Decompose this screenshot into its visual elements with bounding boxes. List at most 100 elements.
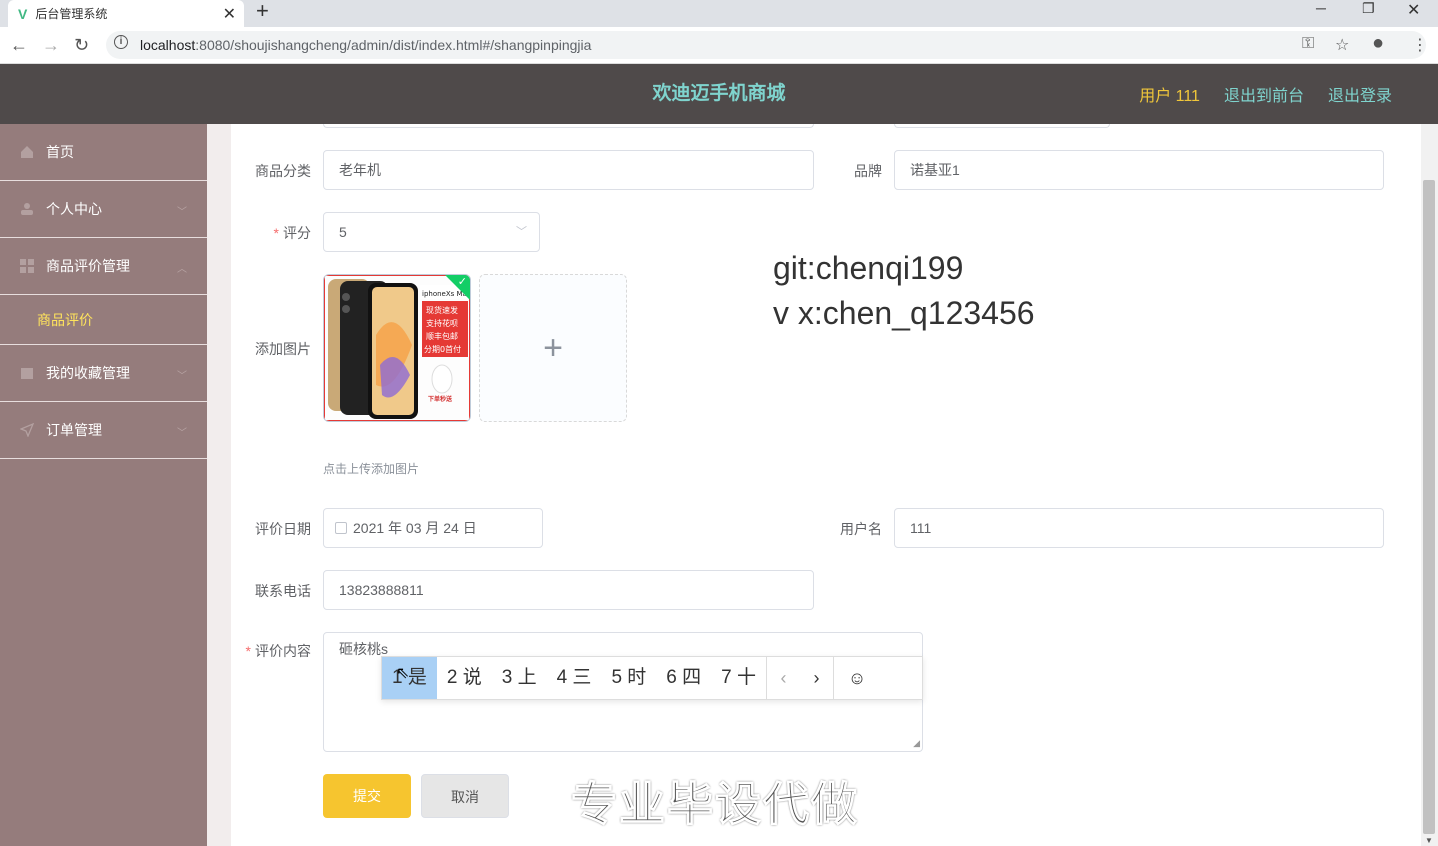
- sidebar-subitem-product-review[interactable]: 商品评价: [0, 295, 207, 345]
- ime-candidate[interactable]: 5 时: [601, 657, 656, 699]
- sidebar-item-label: 商品评价管理: [46, 258, 130, 274]
- sidebar-item-home[interactable]: 首页: [0, 124, 207, 181]
- field-above-left: [323, 124, 814, 128]
- ime-candidate[interactable]: 3 上: [492, 657, 547, 699]
- ime-prev-icon[interactable]: ‹: [767, 657, 800, 699]
- folder-icon: [21, 368, 33, 379]
- uploaded-image[interactable]: iphoneXs Max 现货速发 支持花呗 顺丰包邮 分期0首付 下单秒送 ✓: [323, 274, 471, 422]
- watermark-contact: git:chenqi199 v x:chen_q123456: [773, 246, 1035, 336]
- restore-icon[interactable]: ❐: [1362, 0, 1375, 17]
- sidebar-item-personal-center[interactable]: 个人中心 ﹀: [0, 181, 207, 238]
- forward-arrow-icon[interactable]: →: [42, 35, 60, 56]
- send-icon: [20, 423, 34, 437]
- app-header: 欢迪迈手机商城 用户 111 退出到前台 退出登录: [0, 64, 1438, 124]
- sidebar-item-label: 首页: [46, 144, 74, 160]
- scrollbar-thumb[interactable]: [1423, 180, 1435, 834]
- minimize-icon[interactable]: ─: [1316, 0, 1326, 16]
- promo-line-2: 支持花呗: [426, 318, 458, 328]
- back-arrow-icon[interactable]: ←: [10, 35, 28, 56]
- score-label: * 评分: [231, 223, 311, 243]
- promo-footer: 下单秒送: [428, 395, 453, 403]
- current-user: 用户 111: [1139, 88, 1200, 105]
- bookmark-star-icon[interactable]: ☆: [1335, 35, 1349, 55]
- sidebar-item-favorites[interactable]: 我的收藏管理 ﹀: [0, 345, 207, 402]
- submit-button[interactable]: 提交: [323, 774, 411, 818]
- ime-candidate[interactable]: 6 四: [656, 657, 711, 699]
- sidebar-item-review-management[interactable]: 商品评价管理 ︿: [0, 238, 207, 295]
- logout-link[interactable]: 退出登录: [1328, 82, 1392, 106]
- user-icon: [21, 203, 33, 215]
- ime-candidate[interactable]: 2 说: [437, 657, 492, 699]
- window-close-icon[interactable]: ✕: [1407, 0, 1420, 20]
- sidebar-item-label: 个人中心: [46, 201, 102, 217]
- menu-kebab-icon[interactable]: ⋮: [1412, 35, 1428, 55]
- content-label: * 评价内容: [231, 641, 311, 661]
- watermark-line-1: git:chenqi199: [773, 250, 964, 286]
- promo-line-1: 现货速发: [426, 305, 458, 315]
- address-bar: ← → ↻ localhost:8080/shoujishangcheng/ad…: [0, 27, 1438, 64]
- home-icon: [21, 146, 33, 158]
- key-icon[interactable]: ⚿: [1302, 35, 1314, 53]
- ime-candidate[interactable]: 7 十: [711, 657, 766, 699]
- profile-avatar-icon[interactable]: ●: [1372, 32, 1384, 55]
- url-field[interactable]: localhost:8080/shoujishangcheng/admin/di…: [106, 31, 1426, 59]
- site-info-icon[interactable]: i: [114, 35, 128, 49]
- content-label-text: 评价内容: [255, 643, 311, 659]
- watermark-banner: 专业毕设代做: [571, 778, 859, 831]
- required-mark: *: [273, 225, 279, 241]
- sidebar-item-orders[interactable]: 订单管理 ﹀: [0, 402, 207, 459]
- resize-handle-icon[interactable]: ◢: [913, 738, 920, 749]
- ime-candidate[interactable]: 4 三: [547, 657, 602, 699]
- brand-label: 品牌: [854, 163, 882, 179]
- chevron-down-icon: ﹀: [177, 428, 187, 439]
- product-photo: iphoneXs Max 现货速发 支持花呗 顺丰包邮 分期0首付 下单秒送: [324, 275, 470, 421]
- phone-input[interactable]: 13823888811: [323, 570, 814, 610]
- grid-icon: [20, 259, 34, 273]
- field-above-right: [894, 124, 1110, 128]
- promo-line-4: 分期0首付: [424, 344, 461, 354]
- score-select[interactable]: 5 ﹀: [323, 212, 540, 252]
- ime-candidate[interactable]: 1 是: [382, 657, 437, 699]
- image-label: 添加图片: [255, 341, 311, 357]
- upload-tip: 点击上传添加图片: [323, 462, 420, 476]
- sidebar-item-label: 订单管理: [46, 422, 102, 438]
- tab-close-icon[interactable]: ✕: [223, 4, 236, 24]
- date-value: 2021 年 03 月 24 日: [353, 520, 477, 536]
- ime-next-icon[interactable]: ›: [800, 657, 833, 699]
- cancel-button[interactable]: 取消: [421, 774, 509, 818]
- required-mark: *: [245, 643, 251, 659]
- promo-line-3: 顺丰包邮: [426, 331, 458, 341]
- content-value: 砸核桃s: [339, 641, 388, 657]
- category-label: 商品分类: [255, 163, 311, 179]
- date-picker[interactable]: 2021 年 03 月 24 日: [323, 508, 543, 548]
- emoji-icon[interactable]: ☺: [834, 657, 880, 699]
- category-input[interactable]: 老年机: [323, 150, 814, 190]
- watermark-line-2: v x:chen_q123456: [773, 295, 1035, 331]
- username-label: 用户名: [840, 521, 882, 537]
- score-label-text: 评分: [283, 225, 311, 241]
- browser-tab[interactable]: V 后台管理系统 ✕: [8, 0, 244, 27]
- plus-icon: +: [543, 329, 563, 367]
- chevron-down-icon: ﹀: [516, 226, 527, 238]
- date-label: 评价日期: [255, 521, 311, 537]
- new-tab-icon[interactable]: +: [256, 0, 269, 22]
- chevron-down-icon: ﹀: [177, 371, 187, 382]
- scroll-down-icon[interactable]: ▼: [1425, 836, 1433, 845]
- chevron-down-icon: ﹀: [177, 207, 187, 218]
- score-select-value: 5: [339, 224, 347, 240]
- mouse-cursor-icon: ⇖: [396, 665, 410, 682]
- reload-icon[interactable]: ↻: [74, 35, 89, 56]
- calendar-icon: [335, 522, 347, 534]
- ime-candidate-bar: 1 是 2 说 3 上 4 三 5 时 6 四 7 十 ‹ › ☺: [381, 656, 923, 700]
- username-input[interactable]: 111: [894, 508, 1384, 548]
- browser-tab-strip: V 后台管理系统 ✕ + ─ ❐ ✕: [0, 0, 1438, 27]
- back-to-front-link[interactable]: 退出到前台: [1224, 82, 1304, 106]
- brand-input[interactable]: 诺基亚1: [894, 150, 1384, 190]
- chevron-up-icon: ︿: [177, 264, 187, 275]
- upload-add-button[interactable]: +: [479, 274, 627, 422]
- sidebar: 首页 个人中心 ﹀ 商品评价管理 ︿ 商品评价 我的收藏管理 ﹀ 订单管理 ﹀: [0, 124, 207, 846]
- url-host: localhost: [140, 37, 196, 53]
- sidebar-item-label: 我的收藏管理: [46, 365, 130, 381]
- tab-title: 后台管理系统: [35, 7, 108, 21]
- phone-label: 联系电话: [255, 583, 311, 599]
